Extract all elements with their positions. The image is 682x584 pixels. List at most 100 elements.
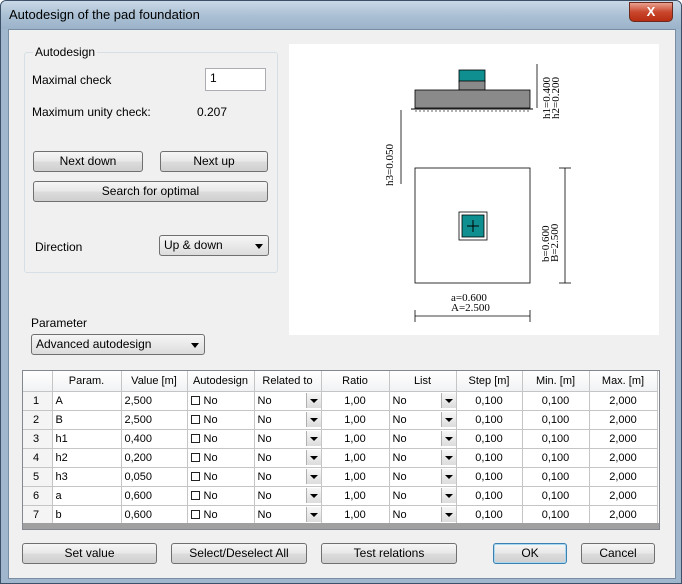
ratio-cell[interactable]: 1,00	[321, 486, 390, 506]
list-cell[interactable]: No	[389, 410, 457, 430]
chevron-down-icon[interactable]	[305, 393, 320, 408]
max-cell[interactable]: 2,000	[589, 486, 658, 506]
list-cell[interactable]: No	[389, 486, 457, 506]
chevron-down-icon[interactable]	[440, 412, 455, 427]
list-cell[interactable]: No	[389, 391, 457, 411]
column-header[interactable]: Max. [m]	[589, 371, 658, 392]
checkbox-icon[interactable]	[190, 491, 200, 500]
column-header[interactable]	[23, 371, 53, 392]
max-cell[interactable]: 2,000	[589, 391, 658, 411]
related-to-cell[interactable]: No	[254, 410, 322, 430]
min-cell[interactable]: 0,100	[522, 448, 590, 468]
maximal-check-input[interactable]: 1	[205, 68, 266, 91]
related-to-cell[interactable]: No	[254, 486, 322, 506]
close-button[interactable]: X	[629, 2, 673, 22]
list-cell[interactable]: No	[389, 467, 457, 487]
step-cell[interactable]: 0,100	[456, 486, 523, 506]
checkbox-icon[interactable]	[190, 434, 200, 443]
step-cell[interactable]: 0,100	[456, 505, 523, 525]
max-cell[interactable]: 2,000	[589, 429, 658, 449]
chevron-down-icon[interactable]	[440, 469, 455, 484]
table-scroll-area[interactable]	[23, 523, 659, 529]
autodesign-cell[interactable]: No	[187, 429, 255, 449]
autodesign-cell[interactable]: No	[187, 410, 255, 430]
cancel-button[interactable]: Cancel	[581, 543, 655, 564]
max-cell[interactable]: 2,000	[589, 410, 658, 430]
table-row[interactable]: 1 A 2,500 No No 1,00 No 0,100 0,100 2,000	[23, 391, 658, 411]
param-cell[interactable]: h3	[52, 467, 122, 487]
related-to-cell[interactable]: No	[254, 448, 322, 468]
related-to-cell[interactable]: No	[254, 429, 322, 449]
param-cell[interactable]: B	[52, 410, 122, 430]
value-cell[interactable]: 0,600	[121, 505, 188, 525]
checkbox-icon[interactable]	[190, 415, 200, 424]
value-cell[interactable]: 0,400	[121, 429, 188, 449]
column-header[interactable]: Min. [m]	[522, 371, 590, 392]
ratio-cell[interactable]: 1,00	[321, 467, 390, 487]
title-bar[interactable]: Autodesign of the pad foundation X	[1, 1, 681, 29]
step-cell[interactable]: 0,100	[456, 467, 523, 487]
autodesign-cell[interactable]: No	[187, 448, 255, 468]
search-optimal-button[interactable]: Search for optimal	[33, 181, 268, 202]
ratio-cell[interactable]: 1,00	[321, 505, 390, 525]
min-cell[interactable]: 0,100	[522, 429, 590, 449]
list-cell[interactable]: No	[389, 505, 457, 525]
ok-button[interactable]: OK	[493, 543, 567, 564]
ratio-cell[interactable]: 1,00	[321, 429, 390, 449]
chevron-down-icon[interactable]	[440, 393, 455, 408]
max-cell[interactable]: 2,000	[589, 467, 658, 487]
chevron-down-icon[interactable]	[305, 469, 320, 484]
param-cell[interactable]: a	[52, 486, 122, 506]
table-row[interactable]: 7 b 0,600 No No 1,00 No 0,100 0,100 2,000	[23, 505, 658, 525]
next-up-button[interactable]: Next up	[160, 151, 268, 172]
test-relations-button[interactable]: Test relations	[321, 543, 457, 564]
min-cell[interactable]: 0,100	[522, 391, 590, 411]
max-cell[interactable]: 2,000	[589, 448, 658, 468]
autodesign-cell[interactable]: No	[187, 391, 255, 411]
column-header[interactable]: Related to	[254, 371, 322, 392]
value-cell[interactable]: 0,050	[121, 467, 188, 487]
chevron-down-icon[interactable]	[305, 488, 320, 503]
value-cell[interactable]: 0,600	[121, 486, 188, 506]
chevron-down-icon[interactable]	[440, 507, 455, 522]
param-cell[interactable]: h1	[52, 429, 122, 449]
chevron-down-icon[interactable]	[305, 412, 320, 427]
table-row[interactable]: 6 a 0,600 No No 1,00 No 0,100 0,100 2,000	[23, 486, 658, 506]
list-cell[interactable]: No	[389, 429, 457, 449]
parameter-select[interactable]: Advanced autodesign	[31, 334, 205, 355]
column-header[interactable]: Autodesign	[187, 371, 255, 392]
table-row[interactable]: 4 h2 0,200 No No 1,00 No 0,100 0,100 2,000	[23, 448, 658, 468]
ratio-cell[interactable]: 1,00	[321, 391, 390, 411]
checkbox-icon[interactable]	[190, 453, 200, 462]
chevron-down-icon[interactable]	[305, 431, 320, 446]
chevron-down-icon[interactable]	[440, 488, 455, 503]
step-cell[interactable]: 0,100	[456, 448, 523, 468]
ratio-cell[interactable]: 1,00	[321, 410, 390, 430]
chevron-down-icon[interactable]	[305, 450, 320, 465]
min-cell[interactable]: 0,100	[522, 486, 590, 506]
min-cell[interactable]: 0,100	[522, 410, 590, 430]
direction-select[interactable]: Up & down	[159, 235, 269, 256]
chevron-down-icon[interactable]	[440, 450, 455, 465]
ratio-cell[interactable]: 1,00	[321, 448, 390, 468]
column-header[interactable]: List	[389, 371, 457, 392]
autodesign-cell[interactable]: No	[187, 505, 255, 525]
table-row[interactable]: 2 B 2,500 No No 1,00 No 0,100 0,100 2,000	[23, 410, 658, 430]
chevron-down-icon[interactable]	[305, 507, 320, 522]
min-cell[interactable]: 0,100	[522, 467, 590, 487]
max-cell[interactable]: 2,000	[589, 505, 658, 525]
column-header[interactable]: Step [m]	[456, 371, 523, 392]
chevron-down-icon[interactable]	[440, 431, 455, 446]
value-cell[interactable]: 0,200	[121, 448, 188, 468]
step-cell[interactable]: 0,100	[456, 429, 523, 449]
autodesign-cell[interactable]: No	[187, 486, 255, 506]
table-row[interactable]: 3 h1 0,400 No No 1,00 No 0,100 0,100 2,000	[23, 429, 658, 449]
column-header[interactable]: Ratio	[321, 371, 390, 392]
column-header[interactable]: Param.	[52, 371, 122, 392]
param-cell[interactable]: A	[52, 391, 122, 411]
step-cell[interactable]: 0,100	[456, 391, 523, 411]
column-header[interactable]: Value [m]	[121, 371, 188, 392]
related-to-cell[interactable]: No	[254, 467, 322, 487]
list-cell[interactable]: No	[389, 448, 457, 468]
checkbox-icon[interactable]	[190, 472, 200, 481]
